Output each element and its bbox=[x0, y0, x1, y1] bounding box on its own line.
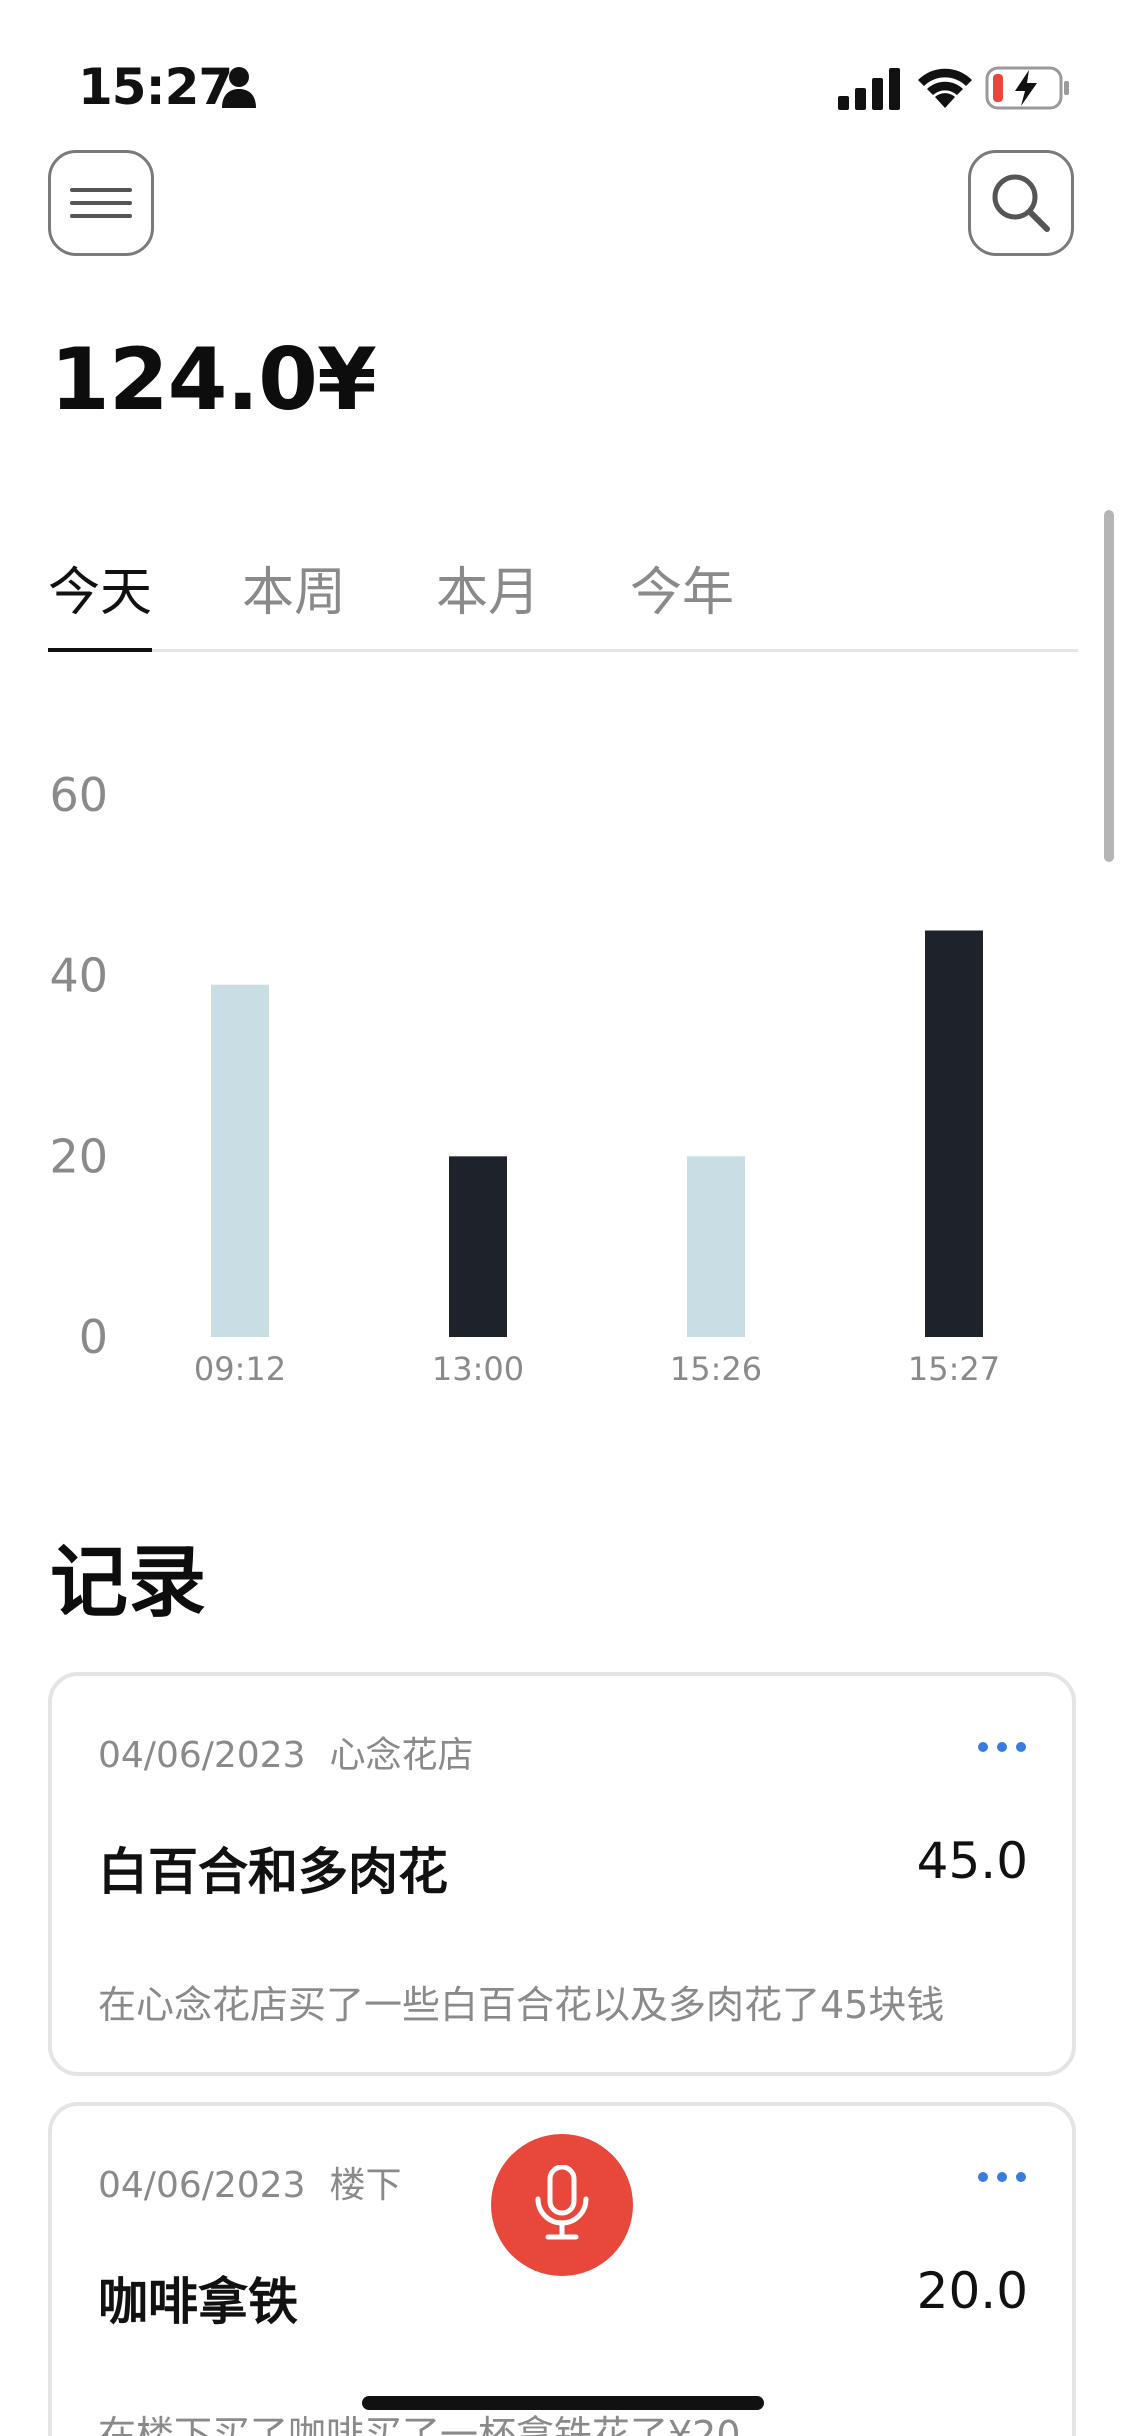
record-title: 白百合和多肉花 bbox=[98, 1843, 448, 1901]
more-icon[interactable] bbox=[976, 1740, 1028, 1754]
records-title: 记录 bbox=[50, 1538, 207, 1628]
x-tick-label: 09:12 bbox=[194, 1350, 286, 1388]
chart-bar[interactable] bbox=[925, 930, 983, 1338]
chart-bar[interactable] bbox=[211, 984, 269, 1337]
spending-bar-chart: 0 20 40 60 09:12 13:00 15:26 15:27 bbox=[49, 768, 1000, 1388]
home-indicator[interactable] bbox=[362, 2396, 764, 2410]
menu-button[interactable] bbox=[48, 150, 154, 256]
record-title: 咖啡拿铁 bbox=[98, 2273, 298, 2331]
x-tick-label: 13:00 bbox=[432, 1350, 524, 1388]
search-button[interactable] bbox=[968, 150, 1074, 256]
chart-bar[interactable] bbox=[449, 1156, 507, 1337]
record-amount: 45.0 bbox=[916, 1832, 1028, 1890]
person-icon bbox=[222, 67, 256, 108]
record-date: 04/06/2023 bbox=[98, 2165, 306, 2206]
record-place: 心念花店 bbox=[329, 1735, 474, 1776]
tab-year[interactable]: 今年 bbox=[630, 550, 734, 625]
record-date: 04/06/2023 bbox=[98, 1735, 306, 1776]
tab-today[interactable]: 今天 bbox=[48, 550, 152, 625]
y-tick-label: 60 bbox=[49, 768, 108, 822]
y-tick-label: 0 bbox=[79, 1310, 108, 1364]
x-tick-label: 15:27 bbox=[908, 1350, 1000, 1388]
tab-week[interactable]: 本周 bbox=[242, 550, 346, 625]
status-time: 15:27 bbox=[78, 58, 233, 116]
tab-month[interactable]: 本月 bbox=[436, 550, 540, 625]
signal-icon bbox=[838, 68, 900, 110]
record-place: 楼下 bbox=[329, 2165, 402, 2206]
wifi-icon bbox=[918, 68, 972, 108]
chart-bar[interactable] bbox=[687, 1156, 745, 1337]
record-meta: 04/06/2023 楼下 bbox=[98, 2156, 402, 2208]
record-amount: 20.0 bbox=[916, 2262, 1028, 2320]
total-amount: 124.0¥ bbox=[50, 330, 377, 430]
record-card[interactable]: 04/06/2023 心念花店 白百合和多肉花 45.0 在心念花店买了一些白百合… bbox=[48, 1672, 1076, 2076]
voice-input-button[interactable] bbox=[491, 2134, 633, 2276]
record-meta: 04/06/2023 心念花店 bbox=[98, 1726, 474, 1778]
y-tick-label: 20 bbox=[49, 1129, 108, 1183]
more-icon[interactable] bbox=[976, 2170, 1028, 2184]
microphone-icon bbox=[535, 2165, 589, 2240]
period-tabs: 今天 本周 本月 今年 bbox=[48, 540, 1078, 652]
tab-active-indicator bbox=[48, 648, 152, 652]
x-tick-label: 15:26 bbox=[670, 1350, 762, 1388]
search-icon bbox=[992, 174, 1050, 232]
y-tick-label: 40 bbox=[49, 949, 108, 1003]
battery-charging-icon bbox=[985, 66, 1069, 110]
menu-icon bbox=[70, 188, 132, 218]
record-note: 在心念花店买了一些白百合花以及多肉花了45块钱 bbox=[98, 1983, 945, 2027]
status-bar: 15:27 bbox=[0, 0, 1125, 150]
